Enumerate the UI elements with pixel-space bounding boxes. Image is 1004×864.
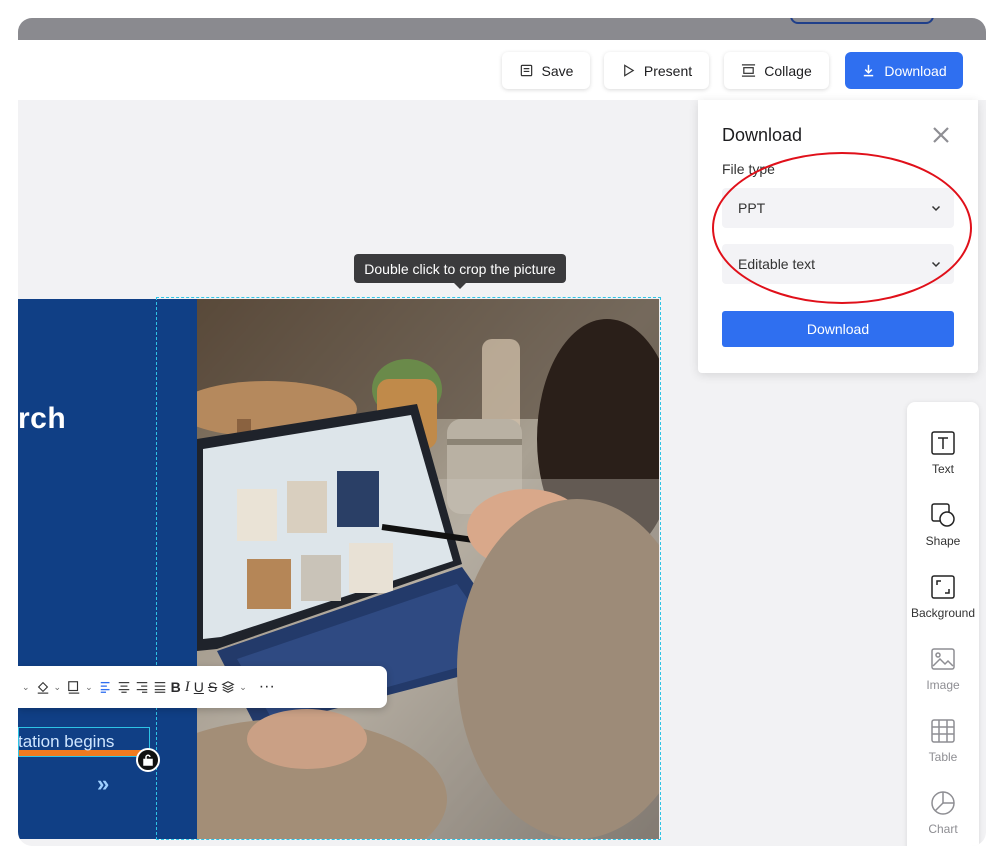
align-center-icon[interactable] — [117, 675, 131, 699]
tool-chart[interactable]: Chart — [907, 790, 979, 846]
more-icon[interactable]: ··· — [259, 675, 275, 699]
text-icon — [931, 431, 955, 455]
collage-icon — [742, 64, 756, 77]
textbox-selection[interactable] — [18, 727, 150, 757]
text-format-toolbar: ⌄ ⌄ ⌄ B I U S ⌄ ··· — [18, 666, 387, 708]
align-left-icon[interactable] — [99, 675, 113, 699]
save-label: Save — [541, 62, 574, 79]
insert-tools-panel: Text Shape Background Image Table Chart — [907, 402, 979, 846]
slide-heading-fragment[interactable]: rch — [18, 402, 66, 436]
fill-color-icon[interactable] — [36, 675, 50, 699]
shape-icon — [931, 503, 955, 527]
slide-blue-panel[interactable] — [18, 299, 197, 839]
italic-icon[interactable]: I — [185, 675, 190, 699]
file-type-label: File type — [722, 161, 775, 177]
tool-label: Shape — [925, 534, 961, 548]
tool-text[interactable]: Text — [907, 430, 979, 494]
save-button[interactable]: Save — [502, 52, 590, 89]
file-type-select[interactable]: PPT — [722, 188, 954, 228]
background-icon — [931, 575, 955, 599]
download-confirm-button[interactable]: Download — [722, 311, 954, 347]
chevrons-decoration: » — [97, 771, 109, 796]
tool-label: Text — [931, 462, 954, 476]
save-icon — [520, 64, 532, 77]
image-icon — [931, 648, 955, 670]
play-icon — [624, 64, 635, 77]
tool-label: Image — [926, 678, 960, 692]
download-panel-title: Download — [722, 125, 803, 145]
chevron-down-icon[interactable]: ⌄ — [54, 675, 62, 699]
tool-table[interactable]: Table — [907, 718, 979, 782]
tool-image[interactable]: Image — [907, 646, 979, 710]
collage-label: Collage — [764, 62, 812, 79]
download-button[interactable]: Download — [845, 52, 963, 89]
tool-shape[interactable]: Shape — [907, 502, 979, 566]
download-label: Download — [884, 62, 947, 79]
present-label: Present — [643, 62, 693, 79]
chevron-down-icon — [931, 261, 941, 268]
strikethrough-icon[interactable]: S — [208, 675, 217, 699]
file-type-value: PPT — [738, 200, 766, 216]
top-toolbar: Save Present Collage Download — [18, 40, 986, 100]
present-button[interactable]: Present — [604, 52, 709, 89]
tool-label: Table — [928, 750, 958, 764]
underline-icon[interactable]: U — [194, 675, 204, 699]
text-mode-value: Editable text — [738, 256, 816, 272]
border-color-icon[interactable] — [67, 675, 81, 699]
chevron-down-icon — [931, 205, 941, 212]
bold-icon[interactable]: B — [171, 675, 181, 699]
chart-icon — [931, 791, 955, 815]
collage-button[interactable]: Collage — [724, 52, 829, 89]
justify-icon[interactable] — [153, 675, 167, 699]
chevron-down-icon[interactable]: ⌄ — [85, 675, 93, 699]
table-icon — [931, 719, 955, 743]
text-mode-select[interactable]: Editable text — [722, 244, 954, 284]
close-icon[interactable] — [930, 124, 952, 146]
tool-label: Background — [910, 606, 976, 620]
layers-icon[interactable] — [221, 675, 235, 699]
tool-background[interactable]: Background — [907, 574, 979, 638]
download-icon — [864, 64, 874, 77]
align-right-icon[interactable] — [135, 675, 149, 699]
chevron-down-icon[interactable]: ⌄ — [22, 675, 30, 699]
tool-label: Chart — [928, 822, 958, 836]
window-top-strip — [18, 18, 986, 40]
chevron-down-icon[interactable]: ⌄ — [239, 675, 247, 699]
slide-photo[interactable] — [197, 299, 659, 839]
unlock-icon[interactable] — [136, 748, 160, 772]
photo-illustration — [197, 299, 659, 839]
app-window: Save Present Collage Download rch Double… — [18, 18, 986, 846]
crop-tooltip: Double click to crop the picture — [354, 254, 566, 289]
download-panel: Download File type PPT Editable text Dow… — [698, 100, 978, 373]
